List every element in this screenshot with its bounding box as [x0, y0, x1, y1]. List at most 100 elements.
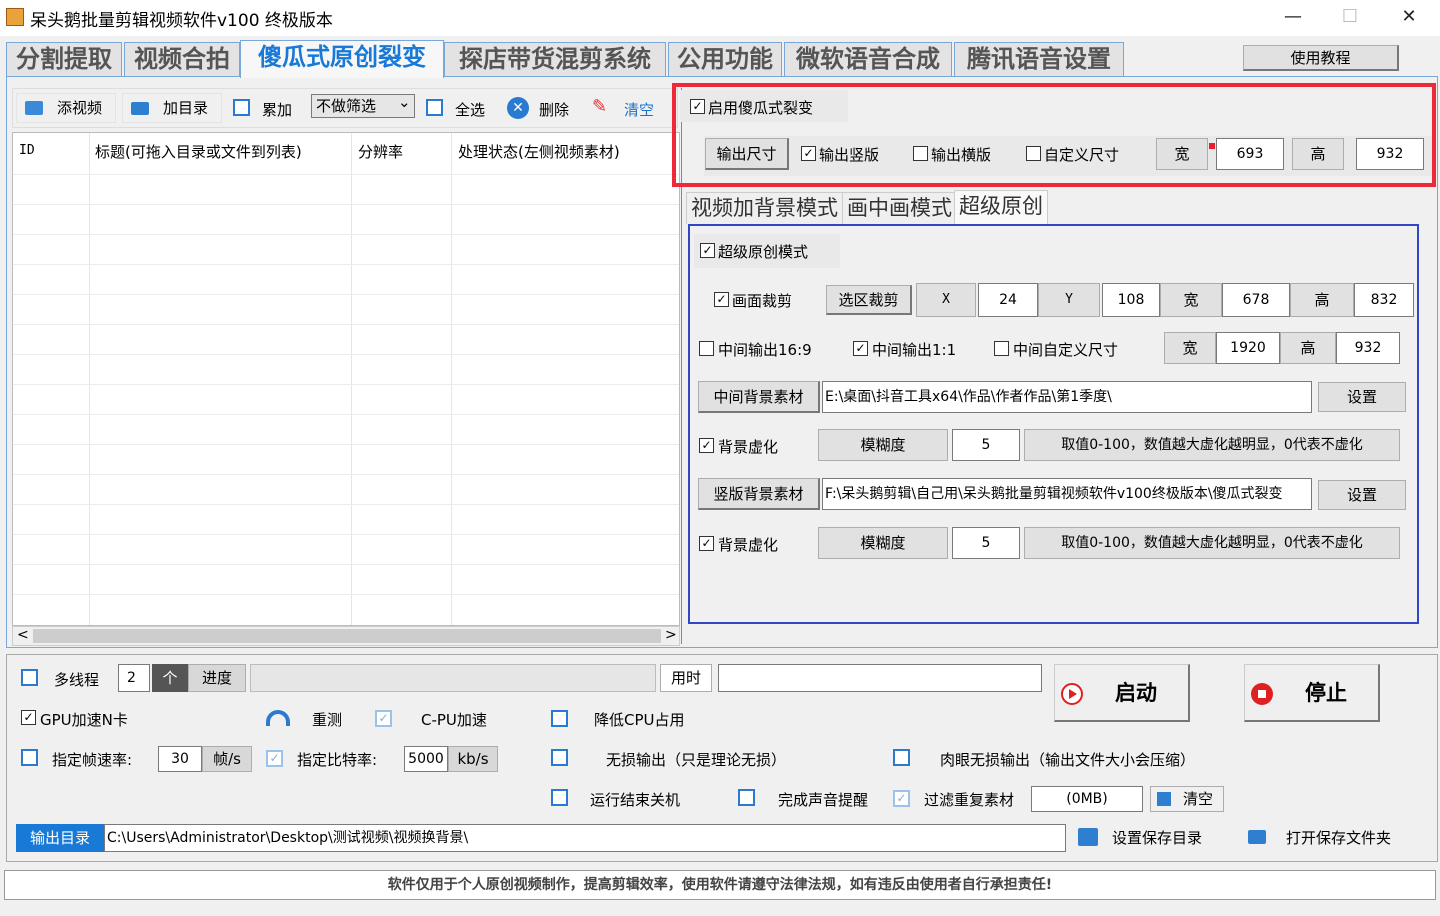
clear-label[interactable]: 清空: [624, 99, 654, 120]
progress-label: 进度: [188, 664, 246, 692]
mid-bg-path-input[interactable]: E:\桌面\抖音工具x64\作品\作者作品\第1季度\: [822, 381, 1312, 413]
tab-pip-mode[interactable]: 画中画模式: [842, 192, 957, 224]
mid-custom-checkbox[interactable]: [994, 341, 1009, 356]
lower-cpu-checkbox[interactable]: [551, 710, 568, 727]
open-folder-icon[interactable]: [1248, 830, 1266, 844]
filter-value: 不做筛选: [316, 97, 377, 115]
clear-icon: [1157, 792, 1171, 806]
output-dir-input[interactable]: C:\Users\Administrator\Desktop\测试视频\视频换背…: [104, 824, 1066, 852]
select-all-label: 全选: [455, 101, 486, 119]
minimize-button[interactable]: —: [1270, 4, 1316, 32]
add-video-label: 添视频: [57, 99, 103, 117]
mid-11-label: 中间输出1:1: [872, 341, 957, 359]
start-label: 启动: [1115, 681, 1157, 705]
portrait-bg-set-button[interactable]: 设置: [1318, 480, 1406, 510]
mid-bg-button[interactable]: 中间背景素材: [698, 381, 820, 413]
crop-w-input[interactable]: 678: [1222, 283, 1290, 317]
filter-dup-checkbox[interactable]: ✓: [893, 790, 910, 807]
delete-icon[interactable]: ✕: [507, 97, 529, 119]
crop-label: 画面裁剪: [732, 292, 793, 310]
tab-ms-tts[interactable]: 微软语音合成: [784, 42, 952, 76]
gpu-label: GPU加速N卡: [40, 711, 128, 729]
thread-count-input[interactable]: 2: [118, 664, 150, 692]
column-id: ID: [19, 143, 35, 158]
visual-lossless-checkbox[interactable]: [893, 749, 910, 766]
column-divider: [351, 133, 352, 625]
save-dir-icon[interactable]: [1078, 828, 1098, 846]
title-bar: 呆头鹅批量剪辑视频软件v100 终极版本 — ☐ ✕: [0, 0, 1440, 36]
tab-fission[interactable]: 傻瓜式原创裂变: [240, 40, 444, 78]
fps-label: 指定帧速率:: [52, 751, 133, 769]
super-mode-checkbox[interactable]: ✓: [700, 243, 715, 258]
mid-169-checkbox[interactable]: [699, 341, 714, 356]
mid-height-label: 高: [1280, 332, 1336, 364]
tab-video-merge[interactable]: 视频合拍: [124, 42, 240, 76]
blur1-input[interactable]: 5: [952, 429, 1020, 461]
blur2-hint: 取值0-100，数值越大虚化越明显，0代表不虚化: [1024, 527, 1400, 559]
row-divider: [13, 474, 679, 475]
region-crop-button[interactable]: 选区裁剪: [826, 285, 912, 315]
select-all-checkbox[interactable]: [426, 99, 443, 116]
chevron-down-icon: ⌄: [398, 94, 411, 111]
multithread-checkbox[interactable]: [21, 669, 38, 686]
portrait-bg-path-input[interactable]: F:\呆头鹅剪辑\自己用\呆头鹅批量剪辑视频软件v100终极版本\傻瓜式裂变: [822, 478, 1312, 510]
mid-11-checkbox[interactable]: ✓: [853, 341, 868, 356]
add-dir-button[interactable]: 加目录: [122, 93, 222, 123]
fps-input[interactable]: 30: [158, 746, 202, 772]
scroll-thumb[interactable]: [33, 629, 661, 643]
close-button[interactable]: ✕: [1386, 4, 1432, 32]
crop-w-label: 宽: [1160, 283, 1222, 317]
crop-y-input[interactable]: 108: [1102, 283, 1160, 317]
delete-label[interactable]: 删除: [539, 99, 569, 120]
accumulate-checkbox[interactable]: [233, 99, 250, 116]
mid-height-input[interactable]: 932: [1336, 332, 1400, 364]
tab-common[interactable]: 公用功能: [668, 42, 782, 76]
sound-checkbox[interactable]: [738, 789, 755, 806]
broom-icon[interactable]: ✎: [592, 98, 612, 116]
tab-store-mix[interactable]: 探店带货混剪系统: [444, 42, 666, 76]
stop-button[interactable]: 停止: [1244, 664, 1380, 722]
tab-video-bg-mode[interactable]: 视频加背景模式: [686, 192, 843, 224]
column-resolution: 分辨率: [358, 143, 404, 161]
film-icon: [25, 101, 43, 115]
row-divider: [13, 264, 679, 265]
horizontal-scrollbar[interactable]: < >: [12, 626, 680, 646]
cpu-accel-checkbox[interactable]: ✓: [375, 710, 392, 727]
crop-h-input[interactable]: 832: [1354, 283, 1414, 317]
retest-label[interactable]: 重测: [312, 709, 342, 730]
filter-select[interactable]: 不做筛选 ⌄: [311, 94, 415, 118]
tab-split-extract[interactable]: 分割提取: [6, 42, 122, 76]
gpu-checkbox[interactable]: ✓: [21, 710, 36, 725]
portrait-bg-button[interactable]: 竖版背景素材: [698, 478, 820, 510]
crop-checkbox[interactable]: ✓: [714, 292, 729, 307]
mid-width-input[interactable]: 1920: [1216, 332, 1280, 364]
start-button[interactable]: 启动: [1054, 664, 1190, 722]
column-title: 标题(可拖入目录或文件到列表): [95, 143, 302, 161]
blur2-checkbox[interactable]: ✓: [699, 536, 714, 551]
scroll-right-icon[interactable]: >: [665, 627, 677, 643]
video-list[interactable]: ID 标题(可拖入目录或文件到列表) 分辨率 处理状态(左侧视频素材): [12, 132, 680, 626]
clear-dup-button[interactable]: 清空: [1150, 786, 1224, 812]
open-save-folder-button[interactable]: 打开保存文件夹: [1286, 827, 1391, 848]
set-save-dir-button[interactable]: 设置保存目录: [1112, 827, 1202, 848]
tab-super-original[interactable]: 超级原创: [954, 190, 1048, 224]
tab-tencent-tts[interactable]: 腾讯语音设置: [954, 42, 1124, 76]
blur1-label: 背景虚化: [718, 438, 779, 456]
bitrate-checkbox[interactable]: ✓: [266, 750, 283, 767]
blur2-input[interactable]: 5: [952, 527, 1020, 559]
lossless-checkbox[interactable]: [551, 749, 568, 766]
help-button[interactable]: 使用教程: [1243, 45, 1399, 71]
bitrate-input[interactable]: 5000: [404, 746, 448, 772]
crop-x-label: X: [916, 283, 976, 317]
mid-bg-set-button[interactable]: 设置: [1318, 382, 1406, 412]
fps-checkbox[interactable]: [21, 749, 38, 766]
shutdown-checkbox[interactable]: [551, 789, 568, 806]
window-title: 呆头鹅批量剪辑视频软件v100 终极版本: [30, 11, 333, 31]
crop-x-input[interactable]: 24: [978, 283, 1038, 317]
dup-size-display: (0MB): [1031, 786, 1143, 812]
blur1-checkbox[interactable]: ✓: [699, 438, 714, 453]
scroll-left-icon[interactable]: <: [17, 627, 29, 643]
play-icon: [1061, 683, 1083, 705]
maximize-button[interactable]: ☐: [1327, 4, 1373, 32]
add-video-button[interactable]: 添视频: [16, 93, 116, 123]
